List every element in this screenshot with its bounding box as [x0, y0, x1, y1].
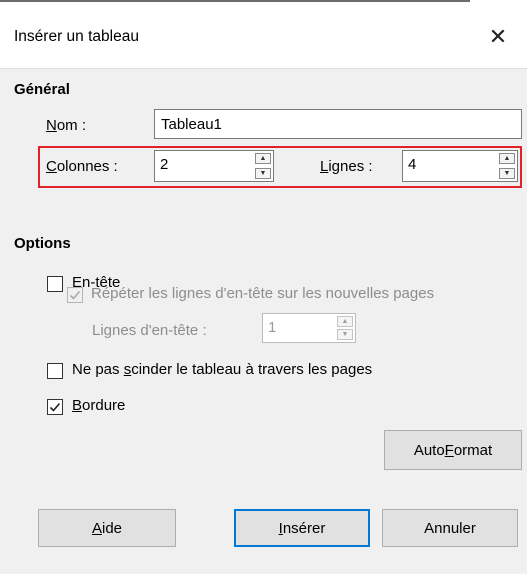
cancel-button[interactable]: Annuler: [382, 509, 518, 547]
spin-down-icon[interactable]: ▼: [255, 168, 271, 179]
spin-down-icon[interactable]: ▼: [337, 329, 353, 340]
close-button[interactable]: ✕: [476, 16, 520, 58]
rows-value: 4: [408, 156, 417, 173]
checkmark-icon: [69, 290, 81, 300]
columns-value: 2: [160, 156, 169, 173]
columns-label: Colonnes :: [46, 158, 118, 175]
header-rows-label: Lignes d'en-tête :: [92, 322, 207, 339]
help-button[interactable]: Aide: [38, 509, 176, 547]
rows-spinner[interactable]: 4 ▲ ▼: [402, 150, 518, 182]
name-input[interactable]: [154, 109, 522, 139]
spin-down-icon[interactable]: ▼: [499, 168, 515, 179]
insert-button[interactable]: Insérer: [234, 509, 370, 547]
header-rows-spinner[interactable]: 1 ▲ ▼: [262, 313, 356, 343]
dont-split-label: Ne pas scinder le tableau à travers les …: [72, 361, 373, 378]
rows-label: Lignes :: [320, 158, 373, 175]
window-title: Insérer un tableau: [14, 28, 139, 45]
border-label: Bordure: [72, 397, 126, 414]
checkmark-icon: [49, 402, 61, 412]
name-label: Nom :: [46, 117, 87, 134]
header-checkbox[interactable]: [47, 276, 63, 292]
title-bar: Insérer un tableau ✕: [0, 2, 527, 69]
spin-up-icon[interactable]: ▲: [499, 153, 515, 164]
columns-spinner[interactable]: 2 ▲ ▼: [154, 150, 274, 182]
border-checkbox[interactable]: [47, 399, 63, 415]
spin-up-icon[interactable]: ▲: [255, 153, 271, 164]
repeat-label: Répéter les lignes d'en-tête sur les nou…: [91, 285, 435, 302]
autoformat-button[interactable]: Auto Format: [384, 430, 522, 470]
dont-split-checkbox[interactable]: [47, 363, 63, 379]
repeat-checkbox[interactable]: [67, 287, 83, 303]
spin-up-icon[interactable]: ▲: [337, 316, 353, 327]
general-heading: Général: [14, 81, 70, 98]
options-heading: Options: [14, 235, 71, 252]
header-rows-value: 1: [268, 319, 277, 336]
close-icon: ✕: [488, 24, 508, 49]
